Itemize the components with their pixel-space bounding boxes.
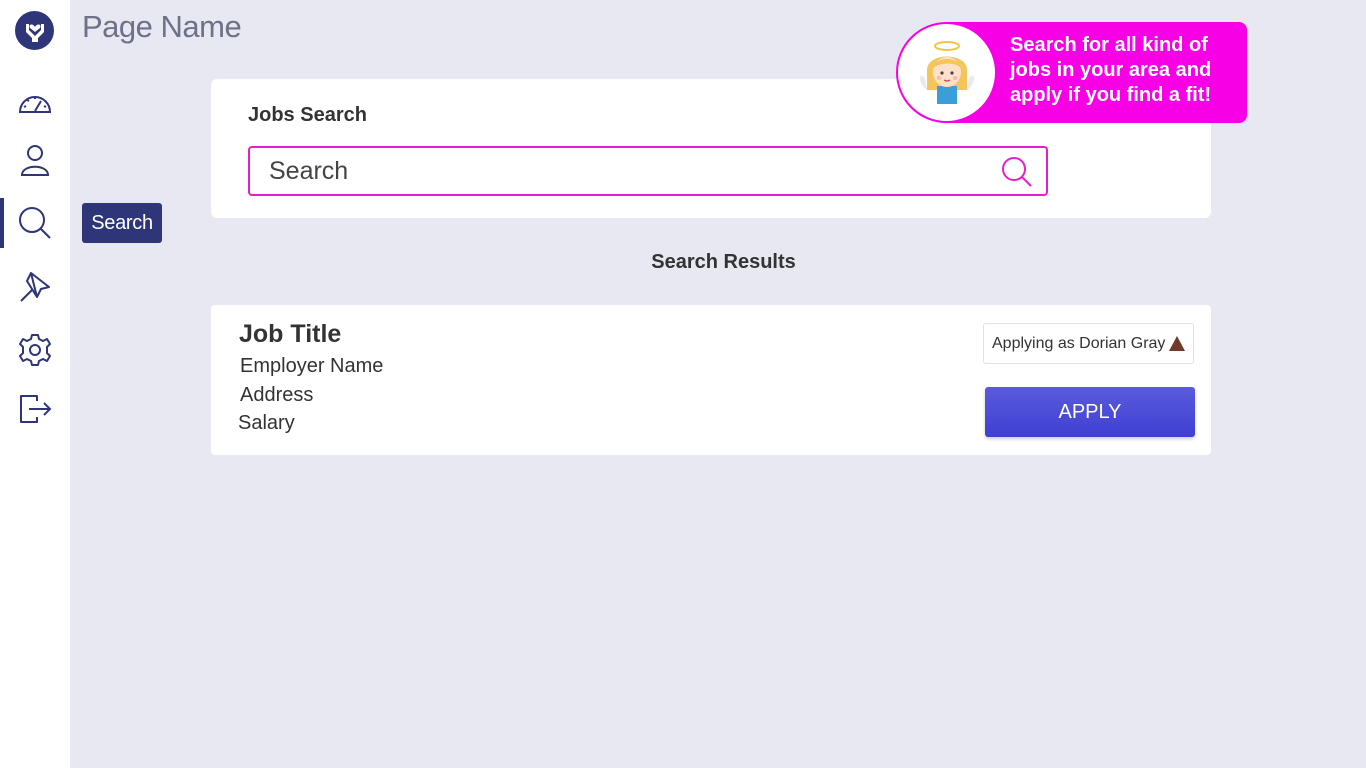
gear-icon bbox=[19, 334, 51, 366]
applying-as-label: Applying as Dorian Gray bbox=[992, 334, 1166, 352]
search-input[interactable] bbox=[250, 148, 980, 194]
hands-heart-icon bbox=[25, 23, 44, 42]
search-box bbox=[248, 146, 1048, 196]
job-salary: Salary bbox=[238, 412, 295, 434]
results-title: Search Results bbox=[651, 251, 796, 273]
result-card: Job Title Employer Name Address Salary A… bbox=[211, 305, 1211, 455]
sidebar-item-profile[interactable] bbox=[0, 135, 70, 185]
sidebar-item-logout[interactable] bbox=[0, 384, 70, 434]
employer-name: Employer Name bbox=[240, 355, 384, 377]
search-card-title: Jobs Search bbox=[248, 104, 367, 126]
sidebar-item-dashboard[interactable] bbox=[0, 78, 70, 128]
search-icon[interactable] bbox=[1000, 155, 1034, 189]
triangle-up-icon bbox=[1169, 336, 1185, 351]
sidebar-item-search[interactable] bbox=[0, 198, 70, 248]
logo[interactable] bbox=[15, 11, 54, 50]
angel-avatar bbox=[896, 22, 997, 123]
pin-icon bbox=[20, 272, 50, 302]
sidebar-tooltip: Search bbox=[82, 203, 162, 243]
logout-icon bbox=[20, 395, 52, 423]
user-icon bbox=[20, 145, 50, 176]
job-title[interactable]: Job Title bbox=[239, 320, 341, 349]
sidebar-item-pinned[interactable] bbox=[0, 262, 70, 312]
sidebar-item-settings[interactable] bbox=[0, 325, 70, 375]
help-callout: Search for all kind of jobs in your area… bbox=[896, 22, 1247, 123]
speedometer-icon bbox=[18, 96, 52, 113]
angel-icon bbox=[919, 40, 974, 104]
search-icon bbox=[19, 207, 51, 239]
applying-as-select[interactable]: Applying as Dorian Gray bbox=[983, 323, 1194, 364]
callout-text: Search for all kind of jobs in your area… bbox=[1010, 34, 1212, 106]
sidebar bbox=[0, 0, 70, 768]
job-address: Address bbox=[240, 384, 314, 406]
page-title: Page Name bbox=[82, 9, 242, 44]
apply-button[interactable]: APPLY bbox=[985, 387, 1195, 437]
